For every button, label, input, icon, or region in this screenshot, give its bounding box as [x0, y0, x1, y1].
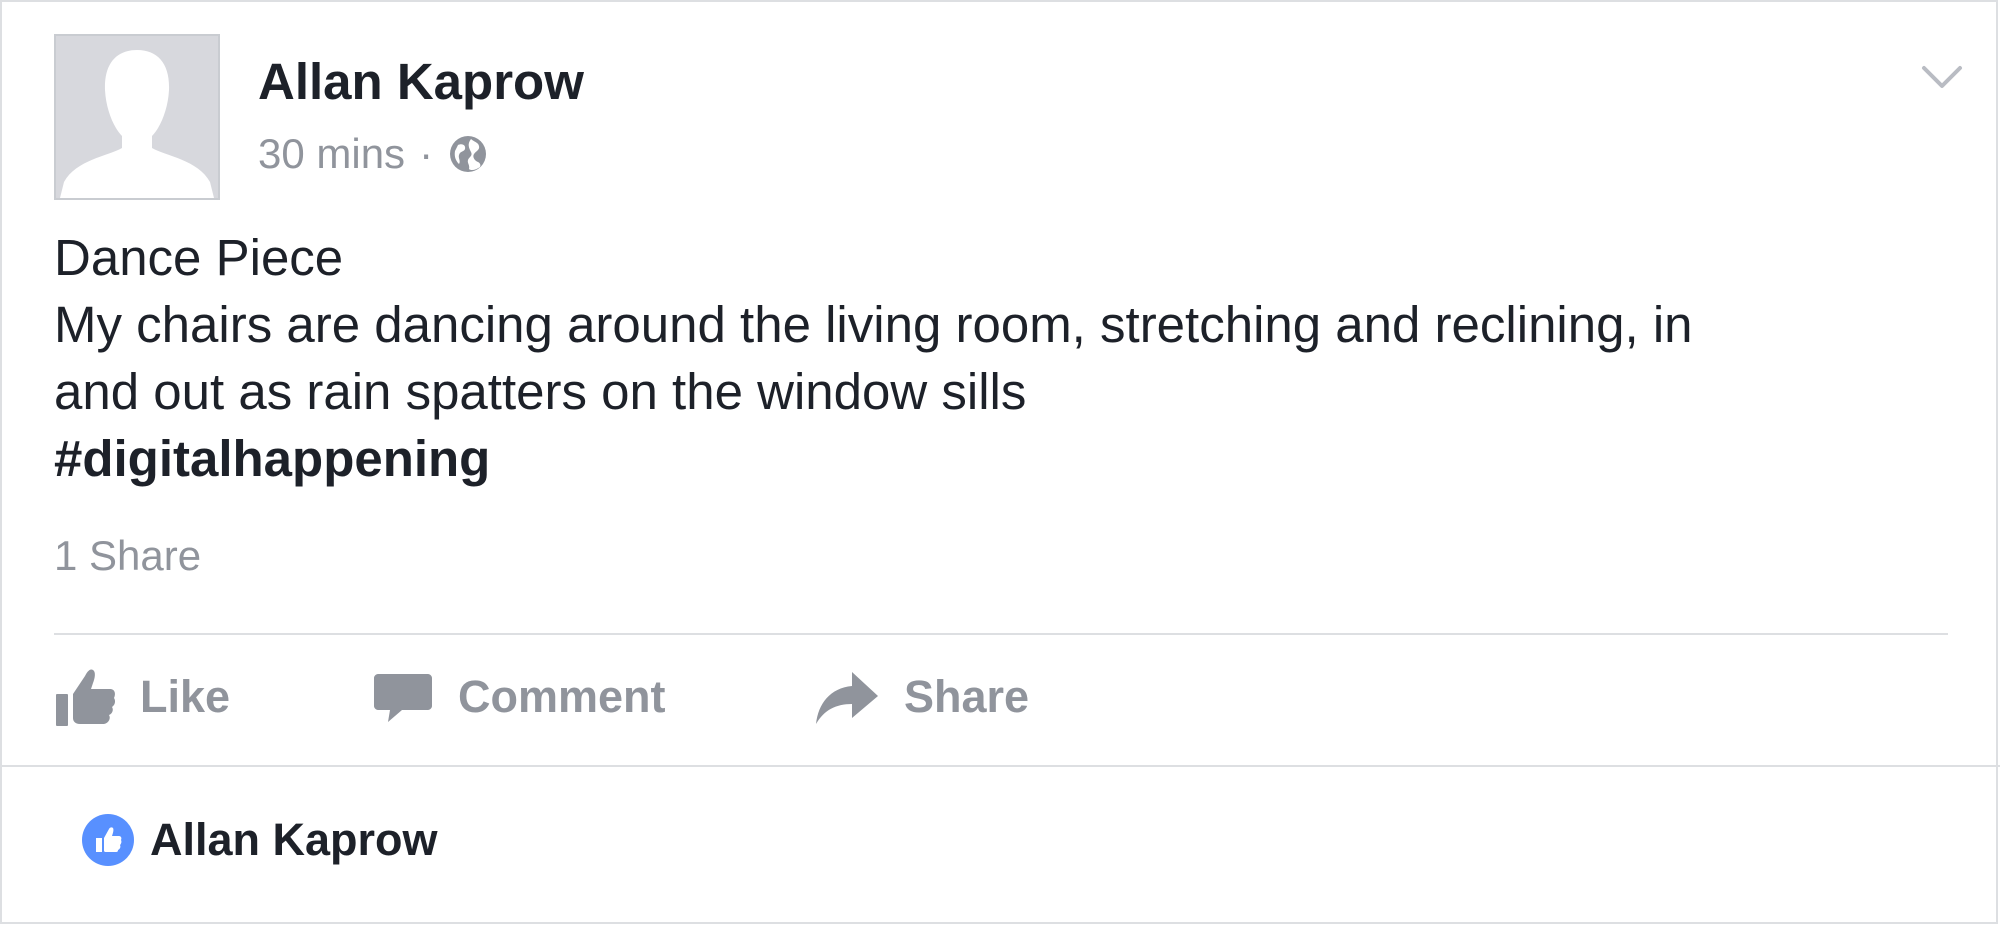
author-name[interactable]: Allan Kaprow — [258, 52, 584, 111]
thumbs-up-icon — [56, 669, 116, 726]
share-button[interactable]: Share — [814, 666, 1029, 728]
post-title: Dance Piece — [54, 229, 344, 286]
divider — [54, 633, 1948, 635]
share-label: Share — [904, 671, 1030, 722]
post-meta: 30 mins · — [258, 130, 489, 178]
divider — [2, 765, 2000, 767]
post-timestamp[interactable]: 30 mins — [258, 130, 405, 178]
liked-by-name[interactable]: Allan Kaprow — [150, 814, 438, 866]
author-avatar[interactable] — [54, 34, 220, 200]
share-arrow-icon — [816, 672, 878, 724]
post-body-line: and out as rain spatters on the window s… — [54, 363, 1027, 420]
post-body: Dance Piece My chairs are dancing around… — [54, 224, 1954, 492]
like-label: Like — [140, 671, 231, 722]
action-bar: Like Comment Share — [54, 662, 1029, 732]
post-options-chevron-down-icon[interactable] — [1918, 60, 1966, 94]
post-card: Allan Kaprow 30 mins · Dance Piece My ch… — [0, 0, 2000, 924]
hashtag-link[interactable]: #digitalhappening — [54, 425, 1954, 492]
shares-count[interactable]: 1 Share — [54, 532, 201, 580]
like-button[interactable]: Like — [54, 666, 372, 728]
comment-button[interactable]: Comment — [372, 666, 814, 728]
comment-bubble-icon — [374, 674, 432, 722]
meta-separator: · — [419, 130, 434, 177]
default-profile-silhouette-icon — [56, 36, 218, 198]
comment-label: Comment — [458, 671, 666, 722]
globe-icon[interactable] — [447, 133, 489, 175]
reactions-summary[interactable]: Allan Kaprow — [82, 814, 438, 866]
like-badge-icon — [82, 814, 134, 866]
post-body-line: My chairs are dancing around the living … — [54, 296, 1693, 353]
